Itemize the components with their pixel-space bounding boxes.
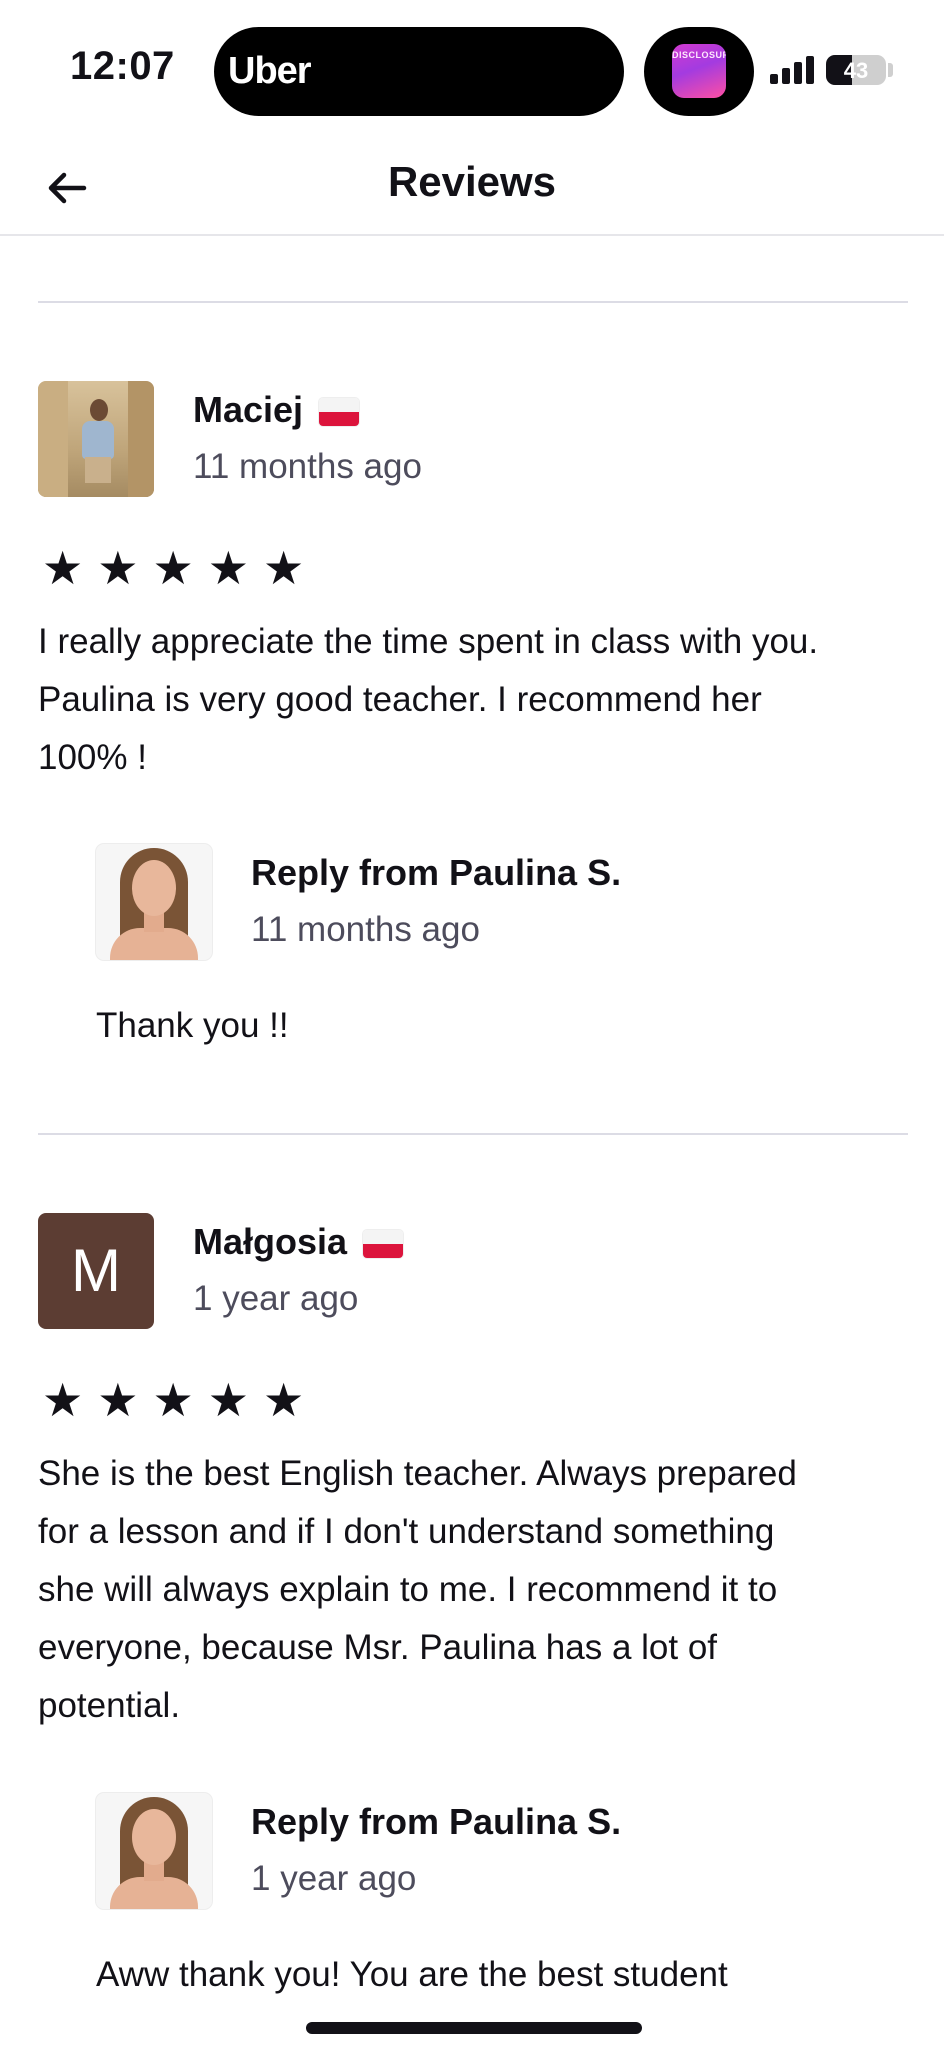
reviewer-avatar[interactable]: M [38,1213,154,1329]
reply-date: 1 year ago [251,1859,417,1898]
teacher-reply: Reply from Paulina S. 11 months ago Than… [96,844,908,1045]
review-text-line: 100% ! [38,738,147,777]
dynamic-island-live-activity[interactable]: Uber [214,27,624,116]
star-rating: ★★★★★ [42,1374,319,1426]
poland-flag-icon [363,1230,404,1259]
review-text-line: she will always explain to me. I recomme… [38,1570,778,1609]
battery-tip [888,63,893,77]
divider [38,1133,908,1135]
reviewer-avatar[interactable] [38,381,154,497]
teacher-avatar [96,844,212,960]
reply-date: 11 months ago [251,910,480,949]
reviewer-name: Maciej [193,389,360,431]
review-text-line: I really appreciate the time spent in cl… [38,622,819,661]
review-text: She is the best English teacher. Always … [38,1445,908,1735]
reply-title: Reply from Paulina S. [251,852,622,893]
star-rating: ★★★★★ [42,542,319,594]
poland-flag-icon [319,398,360,427]
app-thumbnail-label: DISCLOSURE [672,50,726,60]
divider [38,301,908,303]
page-title: Reviews [387,158,557,205]
status-time: 12:07 [70,44,175,88]
reviewer-name: Małgosia [193,1221,404,1263]
reviewer-name-text: Małgosia [193,1221,348,1262]
reply-text: Thank you !! [96,1006,289,1045]
cellular-signal-icon [770,56,814,84]
reviews-screen: 12:07 Uber DISCLOSURE 43 Reviews [0,0,944,2048]
review-text-line: potential. [38,1686,181,1725]
reviewer-name-text: Maciej [193,389,304,430]
review-date: 1 year ago [193,1279,359,1318]
review-text-line: She is the best English teacher. Always … [38,1454,797,1493]
battery-level: 43 [843,58,869,83]
review-text-line: everyone, because Msr. Paulina has a lot… [38,1628,718,1667]
reply-title: Reply from Paulina S. [251,1801,622,1842]
battery-icon: 43 [826,55,886,85]
review-text: I really appreciate the time spent in cl… [38,613,908,787]
review-card: Maciej 11 months ago ★★★★★ I really appr… [38,381,908,1071]
status-bar: 12:07 Uber DISCLOSURE 43 [0,0,944,140]
teacher-reply: Reply from Paulina S. 1 year ago Aww tha… [96,1793,908,2023]
reply-text: Aww thank you! You are the best student [96,1955,728,1994]
live-activity-app-name: Uber [228,50,312,92]
app-thumbnail-icon: DISCLOSURE [672,44,726,98]
top-app-bar: Reviews [0,140,944,236]
review-date: 11 months ago [193,447,422,486]
review-card: M Małgosia 1 year ago ★★★★★ She is the b… [38,1213,908,2013]
review-text-line: Paulina is very good teacher. I recommen… [38,680,762,719]
teacher-avatar [96,1793,212,1909]
dynamic-island-app-bubble[interactable]: DISCLOSURE [644,27,754,116]
review-text-line: for a lesson and if I don't understand s… [38,1512,775,1551]
home-indicator[interactable] [306,2022,642,2034]
